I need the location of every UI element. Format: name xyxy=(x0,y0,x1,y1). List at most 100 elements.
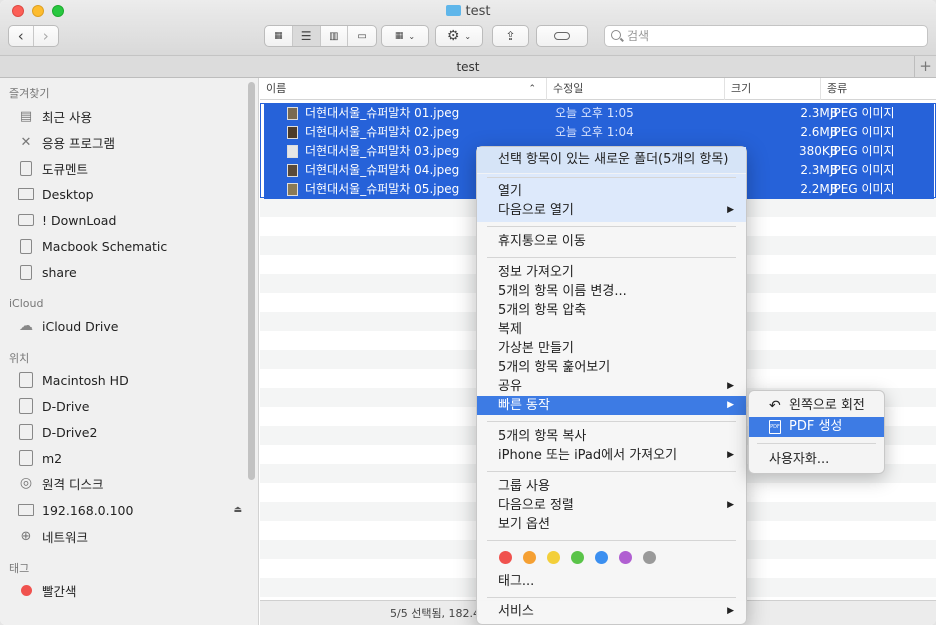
rotate-left-icon: ↶ xyxy=(769,398,781,414)
menu-item-services[interactable]: 서비스 ▶ xyxy=(477,602,746,621)
menu-separator xyxy=(487,540,736,541)
column-view-button[interactable]: ▥ xyxy=(321,26,349,46)
sidebar-item-macbook-schematic[interactable]: Macbook Schematic xyxy=(18,236,248,256)
forward-button[interactable]: › xyxy=(34,26,58,46)
menu-item-new-folder[interactable]: 선택 항목이 있는 새로운 폴더(5개의 항목) xyxy=(477,147,746,173)
search-field[interactable]: 검색 xyxy=(604,25,928,47)
sidebar-scrollbar[interactable] xyxy=(248,82,255,480)
menu-item-quicklook[interactable]: 5개의 항목 훑어보기 xyxy=(477,358,746,377)
sidebar-item-share[interactable]: share xyxy=(18,262,248,282)
menu-item-label: 5개의 항목 압축 xyxy=(498,303,587,318)
section-favorites: 즐겨찾기 xyxy=(9,87,50,100)
group-button[interactable]: ▦ ⌄ xyxy=(381,25,429,47)
sidebar-item-label: iCloud Drive xyxy=(42,318,119,334)
column-name[interactable]: 이름 ⌃ xyxy=(260,78,546,100)
menu-item-compress[interactable]: 5개의 항목 압축 xyxy=(477,301,746,320)
menu-item-use-groups[interactable]: 그룹 사용 xyxy=(477,477,746,496)
menu-item-label: 보기 옵션 xyxy=(498,517,550,532)
view-mode-buttons: ▦ ☰ ▥ ▭ xyxy=(264,25,377,47)
submenu-item-create-pdf[interactable]: PDF PDF 생성 xyxy=(749,417,884,437)
sidebar-item-label: Desktop xyxy=(42,186,94,202)
sidebar-item-icloud-drive[interactable]: ☁ iCloud Drive xyxy=(18,316,248,336)
sidebar-item-label: ! DownLoad xyxy=(42,212,117,228)
tab-test[interactable]: test xyxy=(456,60,479,74)
column-date[interactable]: 수정일 xyxy=(546,78,724,100)
menu-item-make-alias[interactable]: 가상본 만들기 xyxy=(477,339,746,358)
submenu-item-label: 사용자화... xyxy=(769,452,830,467)
chevron-right-icon: › xyxy=(42,27,49,45)
sidebar-item-macintosh-hd[interactable]: Macintosh HD xyxy=(18,370,248,390)
menu-item-quick-actions[interactable]: 빠른 동작 ▶ xyxy=(477,396,746,415)
sidebar-item-tag-red[interactable]: 빨간색 xyxy=(18,580,248,600)
menu-separator xyxy=(487,597,736,598)
gallery-view-button[interactable]: ▭ xyxy=(348,26,376,46)
sidebar-item-label: 빨간색 xyxy=(42,583,77,599)
tab-bar: test + xyxy=(0,56,936,78)
menu-item-view-options[interactable]: 보기 옵션 xyxy=(477,515,746,534)
menu-item-get-info[interactable]: 정보 가져오기 xyxy=(477,263,746,282)
monitor-icon xyxy=(18,504,34,516)
menu-item-duplicate[interactable]: 복제 xyxy=(477,320,746,339)
submenu-item-customize[interactable]: 사용자화... xyxy=(749,450,884,470)
menu-item-label: 가상본 만들기 xyxy=(498,341,574,356)
tag-color-orange[interactable] xyxy=(523,551,536,564)
list-view-button[interactable]: ☰ xyxy=(292,26,321,46)
column-size[interactable]: 크기 xyxy=(724,78,820,100)
column-header: 이름 ⌃ 수정일 크기 종류 xyxy=(260,78,936,100)
menu-item-tags[interactable]: 태그... xyxy=(477,572,746,591)
menu-item-label: 열기 xyxy=(498,184,522,199)
sidebar-item-recents[interactable]: ▤ 최근 사용 xyxy=(18,106,248,126)
menu-item-open-with[interactable]: 다음으로 열기 ▶ xyxy=(477,201,746,220)
menu-item-copy[interactable]: 5개의 항목 복사 xyxy=(477,427,746,446)
column-kind-label: 종류 xyxy=(827,82,848,95)
menu-item-label: 복제 xyxy=(498,322,522,337)
sidebar-item-desktop[interactable]: Desktop xyxy=(18,184,248,204)
submenu-arrow-icon: ▶ xyxy=(727,205,734,215)
column-kind[interactable]: 종류 xyxy=(820,78,936,100)
window-title-text: test xyxy=(465,4,491,19)
document-icon xyxy=(20,238,32,254)
cloud-icon: ☁ xyxy=(19,318,33,334)
sidebar-item-d-drive[interactable]: D-Drive xyxy=(18,396,248,416)
menu-item-sort-by[interactable]: 다음으로 정렬 ▶ xyxy=(477,496,746,515)
menu-item-import-from-iphone[interactable]: iPhone 또는 iPad에서 가져오기 ▶ xyxy=(477,446,746,465)
tag-color-purple[interactable] xyxy=(619,551,632,564)
sidebar-item-download[interactable]: ! DownLoad xyxy=(18,210,248,230)
document-icon xyxy=(20,160,32,176)
title-bar: test ‹ › ▦ ☰ ▥ ▭ ▦ ⌄ ⚙ ⌄ ⇪ 검색 xyxy=(0,0,936,56)
tag-color-gray[interactable] xyxy=(643,551,656,564)
sidebar-item-network[interactable]: ⊕ 네트워크 xyxy=(18,526,248,546)
menu-item-trash[interactable]: 휴지통으로 이동 xyxy=(477,232,746,251)
tag-color-yellow[interactable] xyxy=(547,551,560,564)
nav-buttons: ‹ › xyxy=(8,25,59,47)
sidebar-item-d-drive2[interactable]: D-Drive2 xyxy=(18,422,248,442)
sidebar-item-m2[interactable]: m2 xyxy=(18,448,248,468)
search-placeholder: 검색 xyxy=(627,29,650,43)
menu-item-open[interactable]: 열기 xyxy=(477,182,746,201)
menu-item-rename[interactable]: 5개의 항목 이름 변경... xyxy=(477,282,746,301)
context-menu: 선택 항목이 있는 새로운 폴더(5개의 항목) 열기 다음으로 열기 ▶ 휴지통… xyxy=(476,146,747,625)
sidebar-item-remote-disc[interactable]: ◎ 원격 디스크 xyxy=(18,473,248,493)
sidebar-item-network-share[interactable]: 192.168.0.100 ⏏ xyxy=(18,500,248,520)
menu-item-label: 서비스 xyxy=(498,604,534,619)
submenu-item-rotate-left[interactable]: ↶ 왼쪽으로 회전 xyxy=(749,396,884,416)
tag-button[interactable] xyxy=(536,25,588,47)
menu-item-label: 휴지통으로 이동 xyxy=(498,234,586,249)
action-button[interactable]: ⚙ ⌄ xyxy=(435,25,483,47)
disk-icon xyxy=(19,450,33,466)
sidebar-item-documents[interactable]: 도큐멘트 xyxy=(18,158,248,178)
submenu-arrow-icon: ▶ xyxy=(727,500,734,510)
tag-color-green[interactable] xyxy=(571,551,584,564)
back-button[interactable]: ‹ xyxy=(9,26,34,46)
new-tab-button[interactable]: + xyxy=(914,56,936,78)
eject-icon[interactable]: ⏏ xyxy=(233,505,242,515)
icon-view-button[interactable]: ▦ xyxy=(265,26,293,46)
share-button[interactable]: ⇪ xyxy=(492,25,529,47)
tag-color-red[interactable] xyxy=(499,551,512,564)
quick-actions-submenu: ↶ 왼쪽으로 회전 PDF PDF 생성 사용자화... xyxy=(748,390,885,474)
menu-item-label: 다음으로 정렬 xyxy=(498,498,574,513)
tag-color-blue[interactable] xyxy=(595,551,608,564)
submenu-arrow-icon: ▶ xyxy=(727,606,734,616)
sidebar-item-applications[interactable]: ✕ 응용 프로그램 xyxy=(18,132,248,152)
menu-item-share[interactable]: 공유 ▶ xyxy=(477,377,746,396)
